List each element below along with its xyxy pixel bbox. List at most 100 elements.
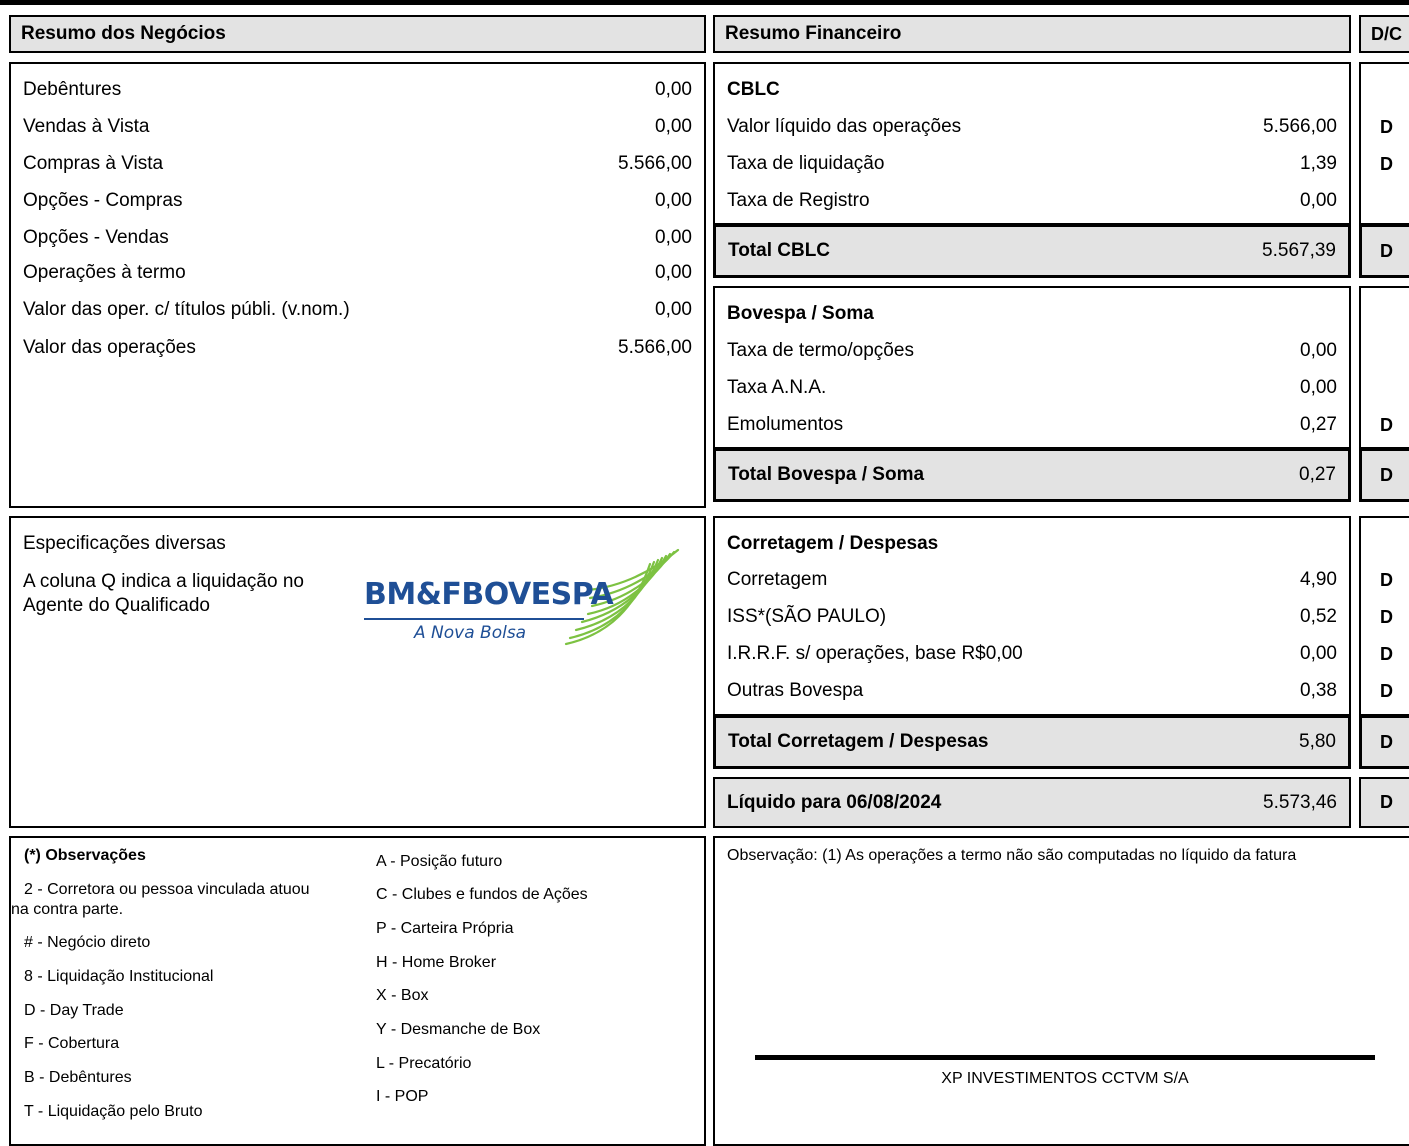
negocio-row: Opções - Compras 0,00: [11, 183, 704, 219]
row-value: 0,27: [1300, 414, 1337, 435]
row-value: 0,00: [655, 116, 692, 137]
total-cblc-dc: D: [1359, 224, 1409, 278]
row-label: Taxa A.N.A.: [727, 377, 827, 398]
total-value: 0,27: [1299, 464, 1336, 485]
negocio-row: Vendas à Vista 0,00: [11, 109, 704, 145]
dc-value: [1361, 370, 1409, 406]
corretagem-row: Corretagem 4,90: [715, 562, 1349, 598]
row-label: Corretagem: [727, 569, 828, 590]
obs-right-item: H - Home Broker: [376, 954, 497, 971]
cblc-dc-column: D D: [1359, 62, 1409, 225]
row-label: Debêntures: [23, 79, 122, 100]
bovespa-title-row: Bovespa / Soma: [715, 296, 1349, 332]
obs-right-item: A - Posição futuro: [376, 853, 503, 870]
resumo-negocios-panel: Debêntures 0,00 Vendas à Vista 0,00 Compra…: [9, 62, 706, 508]
row-value: 0,00: [1300, 340, 1337, 361]
cblc-row: Taxa de liquidação 1,39: [715, 146, 1349, 182]
obs-right-item: Y - Desmanche de Box: [376, 1021, 541, 1038]
row-label: Emolumentos: [727, 414, 844, 435]
especificacoes-line2: Agente do Qualificado: [23, 595, 210, 616]
observacoes-title: (*) Observações: [24, 847, 146, 864]
row-label: Operações à termo: [23, 262, 186, 283]
section-title: Bovespa / Soma: [727, 303, 874, 324]
row-label: Valor líquido das operações: [727, 116, 962, 137]
cblc-row: Valor líquido das operações 5.566,00: [715, 109, 1349, 145]
observacao-termo-panel: Observação: (1) As operações a termo não…: [713, 836, 1409, 1146]
dc-header-label: D/C: [1371, 23, 1402, 44]
bovespa-row: Taxa A.N.A. 0,00: [715, 370, 1349, 406]
negocio-row: Valor das oper. c/ títulos públi. (v.nom…: [11, 292, 704, 328]
dc-value: D: [1380, 153, 1393, 174]
row-value: 0,00: [1300, 643, 1337, 664]
bovespa-dc-column: D: [1359, 286, 1409, 449]
row-value: 1,39: [1300, 153, 1337, 174]
liquido-box: Líquido para 06/08/2024 5.573,46: [713, 777, 1351, 828]
top-rule: [0, 0, 1409, 5]
total-cblc-box: Total CBLC 5.567,39: [713, 224, 1351, 278]
obs-right-item: C - Clubes e fundos de Ações: [376, 886, 588, 903]
row-value: 5.566,00: [1263, 116, 1337, 137]
obs-right-item: P - Carteira Própria: [376, 920, 514, 937]
negocio-row: Debêntures 0,00: [11, 72, 704, 108]
total-label: Total Bovespa / Soma: [728, 464, 925, 485]
obs-right-item: L - Precatório: [376, 1055, 472, 1072]
section-title: Corretagem / Despesas: [727, 533, 939, 554]
total-bovespa-dc: D: [1359, 448, 1409, 502]
obs-right-item: X - Box: [376, 987, 429, 1004]
obs-left-item: D - Day Trade: [24, 1002, 124, 1019]
observacoes-panel: (*) Observações 2 - Corretora ou pessoa …: [9, 836, 706, 1146]
obs-left-item: na contra parte.: [11, 901, 124, 918]
cblc-panel: CBLC Valor líquido das operações 5.566,00…: [713, 62, 1351, 225]
bovespa-panel: Bovespa / Soma Taxa de termo/opções 0,00 …: [713, 286, 1351, 449]
corretagem-dc-column: D D D D: [1359, 516, 1409, 716]
row-label: Outras Bovespa: [727, 680, 864, 701]
liquido-label: Líquido para 06/08/2024: [727, 791, 942, 813]
resumo-negocios-title: Resumo dos Negócios: [21, 23, 226, 44]
cblc-row: Taxa de Registro 0,00: [715, 183, 1349, 219]
row-label: Taxa de Registro: [727, 190, 870, 211]
corretagem-panel: Corretagem / Despesas Corretagem 4,90 ISS…: [713, 516, 1351, 716]
especificacoes-panel: Especificações diversas A coluna Q indic…: [9, 516, 706, 828]
dc-value: D: [1380, 680, 1393, 701]
logo-underline: [364, 618, 584, 620]
dc-value: D: [1380, 116, 1393, 137]
bmfbovespa-logo: BM&FBOVESPA A Nova Bolsa: [356, 546, 681, 650]
liquido-value: 5.573,46: [1263, 791, 1337, 813]
row-label: Vendas à Vista: [23, 116, 150, 137]
row-value: 0,38: [1300, 680, 1337, 701]
negocio-row: Valor das operações 5.566,00: [11, 330, 704, 366]
row-value: 5.566,00: [618, 153, 692, 174]
dc-header: D/C: [1359, 15, 1409, 53]
row-label: Valor das operações: [23, 337, 196, 358]
bovespa-row: Taxa de termo/opções 0,00: [715, 333, 1349, 369]
total-value: 5,80: [1299, 731, 1336, 752]
resumo-financeiro-header: Resumo Financeiro: [713, 15, 1351, 53]
bovespa-row: Emolumentos 0,27: [715, 407, 1349, 443]
dc-value: D: [1380, 569, 1393, 590]
total-value: 5.567,39: [1262, 240, 1336, 261]
row-value: 0,00: [655, 262, 692, 283]
row-label: ISS*(SÃO PAULO): [727, 606, 887, 627]
dc-value: D: [1380, 414, 1393, 435]
corretagem-row: ISS*(SÃO PAULO) 0,52: [715, 599, 1349, 635]
resumo-negocios-header: Resumo dos Negócios: [9, 15, 706, 53]
obs-left-item: # - Negócio direto: [24, 934, 151, 951]
section-title: CBLC: [727, 79, 780, 100]
logo-main-text: BM&FBOVESPA: [364, 577, 614, 612]
obs-left-item: T - Liquidação pelo Bruto: [24, 1103, 203, 1120]
row-value: 5.566,00: [618, 337, 692, 358]
row-value: 4,90: [1300, 569, 1337, 590]
negocio-row: Opções - Vendas 0,00: [11, 220, 704, 256]
logo-sub-text: A Nova Bolsa: [414, 623, 527, 643]
row-value: 0,00: [655, 190, 692, 211]
dc-value: D: [1380, 606, 1393, 627]
negocio-row: Compras à Vista 5.566,00: [11, 146, 704, 182]
total-corretagem-dc: D: [1359, 715, 1409, 769]
especificacoes-line1: A coluna Q indica a liquidação no: [23, 571, 304, 592]
corretagem-row: I.R.R.F. s/ operações, base R$0,00 0,00: [715, 636, 1349, 672]
cblc-title-row: CBLC: [715, 72, 1349, 108]
row-label: Valor das oper. c/ títulos públi. (v.nom…: [23, 299, 350, 320]
row-label: Compras à Vista: [23, 153, 164, 174]
dc-value: D: [1380, 643, 1393, 664]
especificacoes-title: Especificações diversas: [23, 533, 226, 554]
